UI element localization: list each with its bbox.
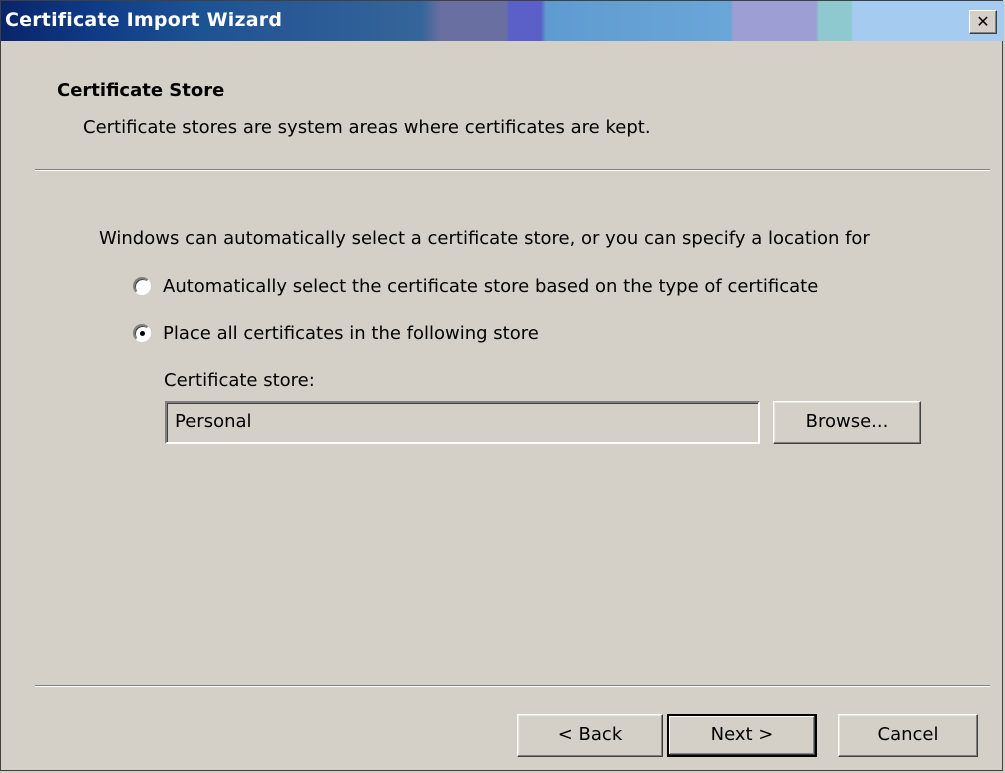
radio-place-label[interactable]: Place all certificates in the following …: [163, 323, 539, 344]
intro-text: Windows can automatically select a certi…: [99, 228, 870, 249]
certificate-store-label: Certificate store:: [164, 370, 315, 391]
title-bar[interactable]: Certificate Import Wizard ✕: [1, 1, 1004, 41]
certificate-import-wizard-window: Certificate Import Wizard ✕ Certificate …: [0, 0, 1004, 771]
radio-place-in-store[interactable]: Place all certificates in the following …: [133, 321, 539, 345]
close-icon: ✕: [976, 12, 990, 31]
radio-button-place-icon[interactable]: [133, 324, 151, 342]
radio-button-auto-icon[interactable]: [133, 277, 151, 295]
page-title: Certificate Store: [57, 80, 225, 101]
browse-button[interactable]: Browse...: [773, 401, 921, 444]
radio-auto-select[interactable]: Automatically select the certificate sto…: [133, 274, 818, 298]
next-button[interactable]: Next >: [667, 714, 817, 757]
cancel-button[interactable]: Cancel: [838, 714, 978, 757]
footer-divider: [35, 685, 990, 687]
close-button[interactable]: ✕: [969, 10, 997, 34]
certificate-store-field: Personal: [165, 401, 760, 444]
radio-auto-label[interactable]: Automatically select the certificate sto…: [163, 276, 818, 297]
back-button[interactable]: < Back: [517, 714, 663, 757]
header-divider: [35, 169, 990, 171]
page-description: Certificate stores are system areas wher…: [83, 117, 651, 138]
window-title: Certificate Import Wizard: [5, 9, 283, 31]
